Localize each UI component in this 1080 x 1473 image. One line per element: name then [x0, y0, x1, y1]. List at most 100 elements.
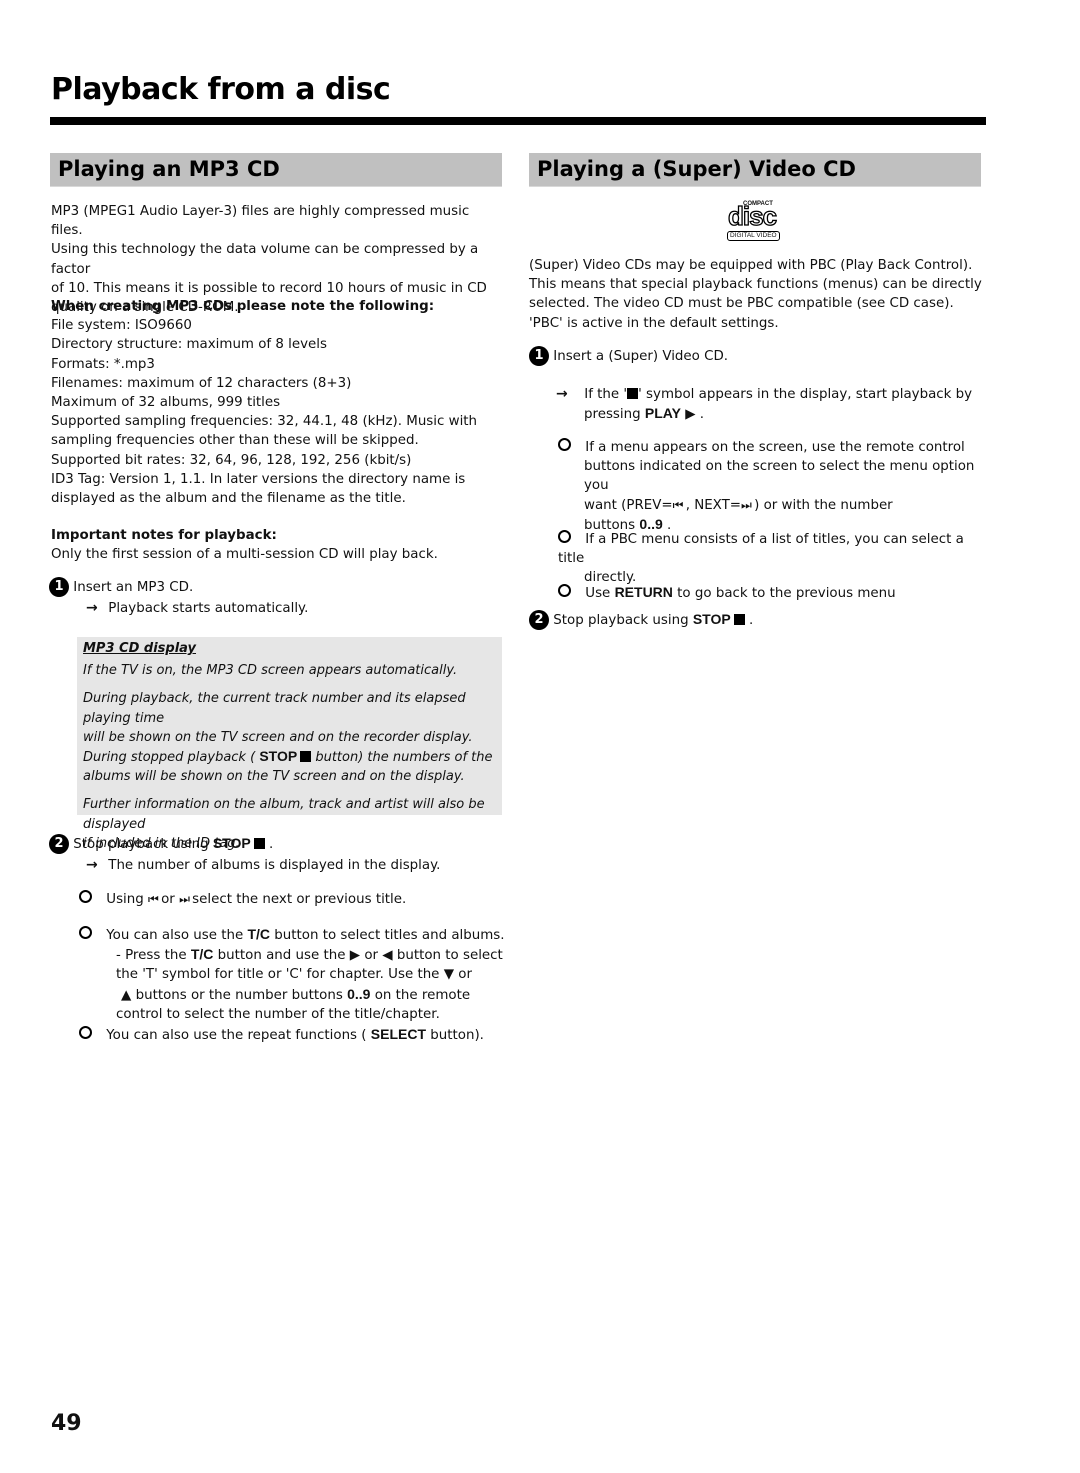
note-text: During playback, the current track numbe… — [83, 691, 466, 726]
vcd-step-2: 2 Stop playback using STOP . — [529, 610, 979, 630]
mp3-step-1-result: → Playback starts automatically. — [86, 599, 506, 618]
step-number: 1 — [49, 577, 69, 597]
note-text: will be shown on the TV screen and on th… — [83, 729, 473, 745]
stop-icon — [733, 614, 745, 625]
previous-track-icon: ⏮ — [672, 497, 684, 512]
result-line: → If the ' ' symbol appears in the displa… — [556, 385, 986, 404]
page-title: Playback from a disc — [51, 72, 391, 107]
title-rule — [50, 117, 986, 125]
punctuation: . — [699, 407, 705, 423]
step-text: Insert a (Super) Video CD. — [553, 349, 729, 364]
next-track-icon: ⏭ — [741, 497, 752, 512]
down-arrow-icon: ▼ — [443, 967, 454, 983]
text-line: Filenames: maximum of 12 characters (8+3… — [51, 375, 352, 391]
section-heading-vcd: Playing a (Super) Video CD — [529, 153, 981, 187]
bullet-text: If a menu appears on the screen, use the… — [585, 440, 965, 455]
tc-key-label: T/C — [247, 926, 271, 942]
page-number: 49 — [51, 1411, 82, 1436]
note-text: If the TV is on, the MP3 CD screen appea… — [83, 663, 458, 679]
note-title: MP3 CD display — [83, 641, 197, 656]
mp3-step-2: 2 Stop playback using STOP . — [49, 834, 499, 854]
bullet-text: Using — [106, 892, 144, 907]
vcd-bullet-pbc: If a PBC menu consists of a list of titl… — [558, 530, 988, 588]
tc-key-label: T/C — [190, 946, 214, 963]
bullet-line: - Press the T/C button and use the ▶ or … — [79, 945, 509, 965]
punctuation: . — [268, 837, 274, 852]
step-text: Stop playback using — [73, 837, 209, 852]
next-track-icon: ⏭ — [179, 892, 190, 906]
arrow-right-icon: → — [556, 386, 568, 402]
bullet-circle-icon — [79, 926, 92, 939]
up-arrow-icon: ▲ — [121, 987, 132, 1003]
bullet-text: You can also use the repeat functions ( — [106, 1028, 367, 1043]
stop-key-label: STOP — [212, 835, 251, 851]
right-arrow-icon: ▶ — [349, 948, 361, 964]
bullet-circle-icon — [558, 584, 571, 597]
note-text: albums will be shown on the TV screen an… — [83, 769, 465, 785]
vcd-step-1: 1 Insert a (Super) Video CD. — [529, 346, 979, 366]
logo-bottom-text: DIGITAL VIDEO — [727, 231, 780, 241]
bullet-circle-icon — [558, 438, 571, 451]
return-key-label: RETURN — [614, 584, 673, 600]
creating-notes: When creating MP3 CDs please note the fo… — [51, 297, 501, 508]
bullet-text: ) or with the number — [754, 497, 893, 513]
bullet-text: to go back to the previous menu — [677, 586, 896, 601]
bullet-line: control to select the number of the titl… — [116, 1006, 440, 1022]
left-arrow-icon: ◀ — [382, 948, 393, 964]
text-line: of 10. This means it is possible to reco… — [51, 280, 487, 296]
text-line: Maximum of 32 albums, 999 titles — [51, 395, 281, 411]
step-text: Stop playback using — [553, 613, 689, 628]
compact-disc-digital-video-logo: COMPACT disc DIGITAL VIDEO — [726, 200, 784, 242]
previous-track-icon: ⏮ — [148, 892, 159, 906]
bullet-text: select the next or previous title. — [192, 892, 407, 907]
vcd-bullet-return: Use RETURN to go back to the previous me… — [558, 583, 988, 603]
bullet-line: want (PREV=⏮ , NEXT=⏭ ) or with the numb… — [558, 496, 988, 515]
bullet-text: - Press the — [116, 948, 187, 964]
important-notes: Important notes for playback: Only the f… — [51, 526, 501, 564]
text-line: MP3 (MPEG1 Audio Layer-3) files are high… — [51, 204, 470, 239]
note-text: Further information on the album, track … — [83, 797, 485, 832]
bullet-text: button to select titles and albums. — [274, 928, 505, 943]
bullet-circle-icon — [79, 890, 92, 903]
step-number: 2 — [49, 834, 69, 854]
step-number: 1 — [529, 346, 549, 366]
bullet-text: on the remote — [374, 987, 471, 1003]
stop-key-label: STOP — [692, 611, 731, 627]
bullet-line: buttons indicated on the screen to selec… — [584, 459, 975, 494]
mp3-bullet-tc: You can also use the T/C button to selec… — [79, 925, 509, 1024]
mp3-step-1: 1 Insert an MP3 CD. — [49, 577, 499, 597]
punctuation: . — [748, 613, 754, 628]
bullet-text: If a PBC menu consists of a list of titl… — [558, 532, 964, 567]
bullet-text: or — [458, 967, 472, 983]
result-line: pressing PLAY ▶ . — [556, 404, 986, 424]
bullet-text: or — [161, 892, 175, 907]
bullet-text: button). — [430, 1028, 484, 1043]
stop-key-label: STOP — [259, 748, 298, 765]
section-heading-mp3: Playing an MP3 CD — [50, 153, 502, 187]
bullet-text: the 'T' symbol for title or 'C' for chap… — [116, 967, 440, 983]
result-text: ' symbol appears in the display, start p… — [638, 387, 973, 402]
result-text: pressing — [584, 407, 641, 423]
result-text: The number of albums is displayed in the… — [108, 858, 441, 873]
bullet-text: buttons or the number buttons — [135, 987, 343, 1003]
note-fragment: button) the numbers of the — [315, 750, 493, 766]
note-text: During stopped playback ( STOP button) t… — [83, 747, 496, 767]
logo-main-text: disc — [727, 201, 777, 231]
text-line: Directory structure: maximum of 8 levels — [51, 337, 327, 353]
result-text: If the ' — [584, 387, 628, 402]
bullet-line: ▲ buttons or the number buttons 0..9 on … — [79, 985, 509, 1005]
bullet-line: You can also use the T/C button to selec… — [79, 925, 509, 945]
play-icon: ▶ — [685, 407, 696, 423]
text-line: selected. The video CD must be PBC compa… — [529, 296, 954, 312]
number-keys-label: 0..9 — [347, 985, 371, 1002]
text-line: Supported sampling frequencies: 32, 44.1… — [51, 414, 478, 430]
text-line: This means that special playback functio… — [529, 277, 982, 293]
vcd-step-1-result: → If the ' ' symbol appears in the displa… — [556, 385, 986, 424]
text-line: Using this technology the data volume ca… — [51, 242, 479, 277]
mp3-display-note: MP3 CD display If the TV is on, the MP3 … — [77, 637, 502, 851]
play-key-label: PLAY — [644, 405, 681, 422]
mp3-bullet-repeat: You can also use the repeat functions ( … — [79, 1025, 509, 1045]
bullet-circle-icon — [79, 1026, 92, 1039]
mp3-bullet-skip: Using ⏮ or ⏭ select the next or previous… — [79, 890, 509, 909]
text-line: sampling frequencies other than these wi… — [51, 433, 419, 449]
